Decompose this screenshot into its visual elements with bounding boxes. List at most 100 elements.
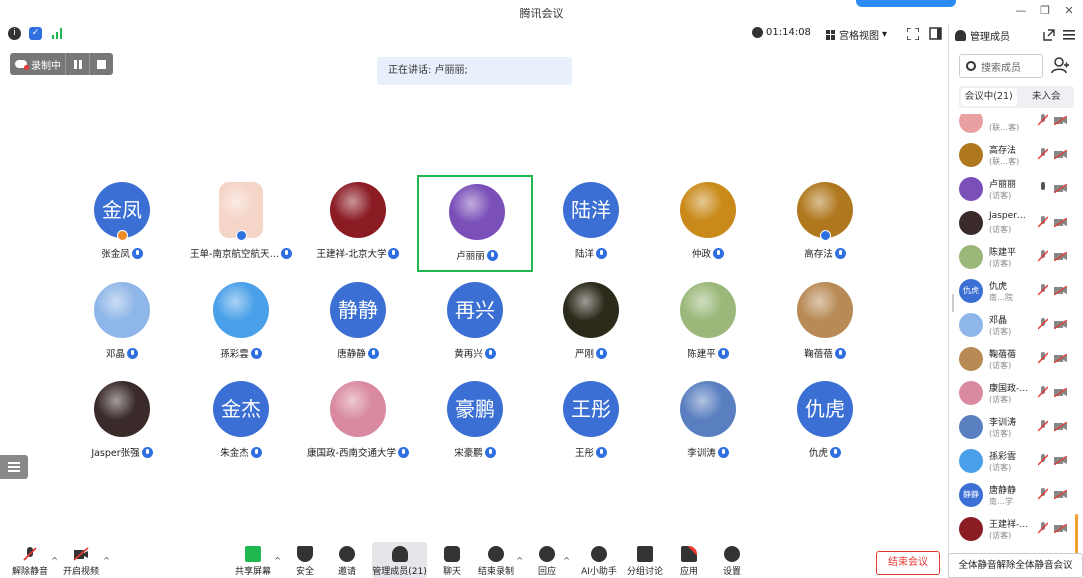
member-row[interactable]: 康国政-… (访客): [949, 376, 1079, 410]
mic-off-icon[interactable]: [1038, 488, 1048, 500]
member-row[interactable]: Jasper… (访客): [949, 206, 1079, 240]
participant-tile[interactable]: 仇虎 仇虎: [767, 374, 883, 471]
participant-tile[interactable]: 金杰 朱金杰: [183, 374, 299, 471]
member-row[interactable]: 王建祥-… (访客): [949, 512, 1079, 544]
caret-up-icon[interactable]: ^: [103, 556, 110, 565]
mic-off-icon[interactable]: [1038, 420, 1048, 432]
mic-off-icon[interactable]: [1038, 182, 1048, 194]
stop-recording-button[interactable]: 结束录制 ^: [477, 542, 523, 578]
shield-icon[interactable]: ✓: [29, 27, 42, 40]
member-row[interactable]: 邓晶 (访客): [949, 308, 1079, 342]
member-row[interactable]: 陈建平 (访客): [949, 240, 1079, 274]
manage-members-button[interactable]: 管理成员(21): [372, 542, 427, 578]
minimize-icon[interactable]: —: [1014, 4, 1028, 18]
participant-tile[interactable]: 鞠蓓蓓: [767, 275, 883, 372]
participant-tile[interactable]: 卢丽丽: [417, 175, 533, 272]
fullscreen-icon[interactable]: [907, 28, 919, 40]
view-selector[interactable]: 宫格视图 ▾: [826, 27, 887, 42]
participant-tile[interactable]: 陆洋 陆洋: [533, 175, 649, 272]
mute-all-button[interactable]: 全体静音解除全体静音会议: [948, 553, 1083, 578]
menu-icon[interactable]: [1063, 29, 1075, 41]
participant-tile[interactable]: 李训涛: [650, 374, 766, 471]
member-row[interactable]: 卢丽丽 (访客): [949, 172, 1079, 206]
member-row[interactable]: 李训涛 (访客): [949, 410, 1079, 444]
chat-button[interactable]: 聊天: [437, 542, 467, 578]
stop-record-button[interactable]: [90, 59, 113, 69]
pause-record-button[interactable]: [66, 59, 89, 69]
end-meeting-button[interactable]: 结束会议: [876, 551, 940, 575]
mic-off-icon[interactable]: [1038, 318, 1048, 330]
camera-off-icon[interactable]: [1054, 150, 1067, 159]
start-video-button[interactable]: 开启视频 ^: [60, 542, 110, 578]
caret-up-icon[interactable]: ^: [274, 556, 281, 565]
signal-icon[interactable]: [52, 28, 64, 39]
tab-in-meeting[interactable]: 会议中(21): [961, 88, 1017, 106]
member-row[interactable]: (联…客): [949, 114, 1079, 138]
caret-up-icon[interactable]: ^: [51, 556, 58, 565]
apps-button[interactable]: 应用: [674, 542, 704, 578]
participant-tile[interactable]: 康国政-西南交通大学: [300, 374, 416, 471]
invite-button[interactable]: 邀请: [332, 542, 362, 578]
caret-up-icon[interactable]: ^: [516, 556, 523, 565]
camera-off-icon[interactable]: [1054, 286, 1067, 295]
camera-off-icon[interactable]: [1054, 456, 1067, 465]
participant-tile[interactable]: 王彤 王彤: [533, 374, 649, 471]
mic-off-icon[interactable]: [1038, 250, 1048, 262]
restore-icon[interactable]: ❐: [1038, 4, 1052, 18]
share-screen-button[interactable]: 共享屏幕 ^: [233, 542, 281, 578]
participant-tile[interactable]: Jasper张强: [64, 374, 180, 471]
participant-tile[interactable]: 陈建平: [650, 275, 766, 372]
participant-tile[interactable]: 邓晶: [64, 275, 180, 372]
mic-off-icon[interactable]: [1038, 352, 1048, 364]
mic-off-icon[interactable]: [1038, 522, 1048, 534]
participant-tile[interactable]: 王建祥-北京大学: [300, 175, 416, 272]
member-row[interactable]: 静静 唐静静 南…学: [949, 478, 1079, 512]
mic-off-icon[interactable]: [1038, 148, 1048, 160]
participant-tile[interactable]: 孫彩雲: [183, 275, 299, 372]
camera-off-icon[interactable]: [1054, 218, 1067, 227]
info-icon[interactable]: i: [8, 27, 21, 40]
member-row[interactable]: 仇虎 仇虎 南…院: [949, 274, 1079, 308]
participant-tile[interactable]: 严刚: [533, 275, 649, 372]
close-icon[interactable]: ✕: [1062, 4, 1076, 18]
popout-icon[interactable]: [1043, 29, 1055, 41]
participant-tile[interactable]: 高存法: [767, 175, 883, 272]
camera-off-icon[interactable]: [1054, 116, 1067, 125]
camera-off-icon[interactable]: [1054, 388, 1067, 397]
camera-off-icon[interactable]: [1054, 490, 1067, 499]
add-user-icon[interactable]: [1051, 56, 1069, 74]
mic-off-icon[interactable]: [1038, 386, 1048, 398]
member-row[interactable]: 鞠蓓蓓 (访客): [949, 342, 1079, 376]
scrollbar-thumb[interactable]: [1075, 514, 1078, 554]
ai-assistant-button[interactable]: AI小助手: [578, 542, 620, 578]
participant-tile[interactable]: 豪鹏 宋豪鹏: [417, 374, 533, 471]
camera-off-icon[interactable]: [1054, 422, 1067, 431]
list-toggle-button[interactable]: [0, 455, 28, 479]
participant-tile[interactable]: 静静 唐静静: [300, 275, 416, 372]
reaction-button[interactable]: 回应 ^: [532, 542, 570, 578]
participant-tile[interactable]: 再兴 黄再兴: [417, 275, 533, 372]
security-button[interactable]: 安全: [290, 542, 320, 578]
sidebar-toggle-icon[interactable]: [929, 27, 942, 40]
participant-tile[interactable]: 王单-南京航空航天…: [183, 175, 299, 272]
participant-tile[interactable]: 仲政: [650, 175, 766, 272]
unmute-button[interactable]: 解除静音 ^: [10, 542, 58, 578]
mic-off-icon[interactable]: [1038, 114, 1048, 126]
mic-off-icon[interactable]: [1038, 454, 1048, 466]
camera-off-icon[interactable]: [1054, 354, 1067, 363]
breakout-button[interactable]: 分组讨论: [625, 542, 665, 578]
panel-resize-handle[interactable]: [952, 294, 954, 312]
participant-tile[interactable]: 金凤 张金凤: [64, 175, 180, 272]
mic-off-icon[interactable]: [1038, 284, 1048, 296]
camera-off-icon[interactable]: [1054, 320, 1067, 329]
tab-not-joined[interactable]: 未入会: [1019, 86, 1075, 108]
camera-off-icon[interactable]: [1054, 252, 1067, 261]
settings-button[interactable]: 设置: [717, 542, 747, 578]
member-row[interactable]: 高存法 (联…客): [949, 138, 1079, 172]
camera-off-icon[interactable]: [1054, 524, 1067, 533]
caret-up-icon[interactable]: ^: [563, 556, 570, 565]
mic-off-icon[interactable]: [1038, 216, 1048, 228]
member-row[interactable]: 孫彩雲 (访客): [949, 444, 1079, 478]
camera-off-icon[interactable]: [1054, 184, 1067, 193]
search-member-input[interactable]: 搜索成员: [959, 54, 1043, 78]
